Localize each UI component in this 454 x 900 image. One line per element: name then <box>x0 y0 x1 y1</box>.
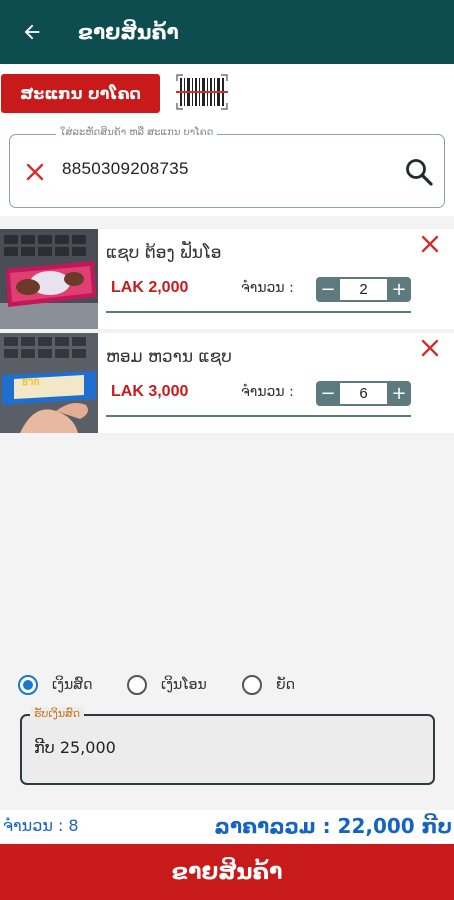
quantity-input[interactable]: 2 <box>340 279 387 300</box>
quantity-label: ຈຳນວນ : <box>241 280 294 296</box>
payment-option-transfer[interactable]: ເງິນໂອນ <box>127 675 207 695</box>
arrow-left-icon <box>24 24 40 40</box>
page-title: ຂາຍສິນຄ້າ <box>78 20 179 44</box>
payment-option-label: ເງິນໂອນ <box>161 677 207 693</box>
search-area: ໃສ່ລະຫັດສິນຄ້າ ຫລື ສະແກນ ບາໂຄດ 885030920… <box>0 122 454 216</box>
radio-button[interactable] <box>242 675 262 695</box>
quantity-input[interactable]: 6 <box>340 383 387 404</box>
divider <box>106 415 411 417</box>
cart-item: ยาก ຫອມ ຫວານ ແຊບ LAK 3,000 ຈຳນວນ : − 6 + <box>0 333 454 433</box>
scan-barcode-button[interactable]: ສະແກນ ບາໂຄດ <box>1 74 160 113</box>
total-quantity: ຈຳນວນ : 8 <box>3 816 79 835</box>
product-price: LAK 2,000 <box>111 279 189 296</box>
barcode-input-field[interactable]: ໃສ່ລະຫັດສິນຄ້າ ຫລື ສະແກນ ບາໂຄດ 885030920… <box>9 127 445 208</box>
close-icon[interactable] <box>421 339 439 357</box>
app-bar: ຂາຍສິນຄ້າ <box>0 0 454 64</box>
payment-type-group: ເງິນສົດ ເງິນໂອນ ຍັດ <box>0 670 454 700</box>
back-button[interactable] <box>0 0 64 64</box>
payment-option-label: ຍັດ <box>276 677 295 693</box>
cart-item: ແຊບ ຕ້ອງ ຟັນໂອ LAK 2,000 ຈຳນວນ : − 2 + <box>0 229 454 329</box>
scan-row: ສະແກນ ບາໂຄດ <box>0 64 454 122</box>
search-icon[interactable] <box>404 157 434 187</box>
product-image <box>0 229 98 329</box>
cash-received-label: ຮັບເງິນສົດ <box>30 707 85 720</box>
payment-option-cash[interactable]: ເງິນສົດ <box>18 675 92 695</box>
decrease-button[interactable]: − <box>316 381 340 406</box>
decrease-button[interactable]: − <box>316 277 340 302</box>
search-field-label: ໃສ່ລະຫັດສິນຄ້າ ຫລື ສະແກນ ບາໂຄດ <box>56 127 218 138</box>
clear-icon[interactable] <box>24 161 46 183</box>
close-icon[interactable] <box>421 235 439 253</box>
product-price: LAK 3,000 <box>111 383 189 400</box>
quantity-stepper: − 6 + <box>316 381 411 406</box>
radio-button[interactable] <box>18 675 38 695</box>
barcode-icon[interactable] <box>176 74 228 110</box>
cash-received-field[interactable]: ຮັບເງິນສົດ ກີບ 25,000 <box>20 707 435 785</box>
grand-total: ລາຄາລວມ : 22,000 ກີບ <box>214 814 453 838</box>
product-name: ຫອມ ຫວານ ແຊບ <box>106 347 232 367</box>
product-image: ยาก <box>0 333 98 433</box>
quantity-stepper: − 2 + <box>316 277 411 302</box>
cash-received-input[interactable]: ກີບ 25,000 <box>34 738 116 757</box>
payment-option-credit[interactable]: ຍັດ <box>242 675 295 695</box>
sell-button[interactable]: ຂາຍສິນຄ້າ <box>0 844 454 900</box>
payment-option-label: ເງິນສົດ <box>52 677 93 693</box>
increase-button[interactable]: + <box>387 381 411 406</box>
increase-button[interactable]: + <box>387 277 411 302</box>
svg-text:ยาก: ยาก <box>22 377 40 388</box>
summary-row: ຈຳນວນ : 8 ລາຄາລວມ : 22,000 ກີບ <box>0 810 454 844</box>
divider <box>106 311 411 313</box>
search-input[interactable]: 8850309208735 <box>62 159 189 179</box>
product-name: ແຊບ ຕ້ອງ ຟັນໂອ <box>106 243 222 263</box>
quantity-label: ຈຳນວນ : <box>241 384 294 400</box>
radio-button[interactable] <box>127 675 147 695</box>
